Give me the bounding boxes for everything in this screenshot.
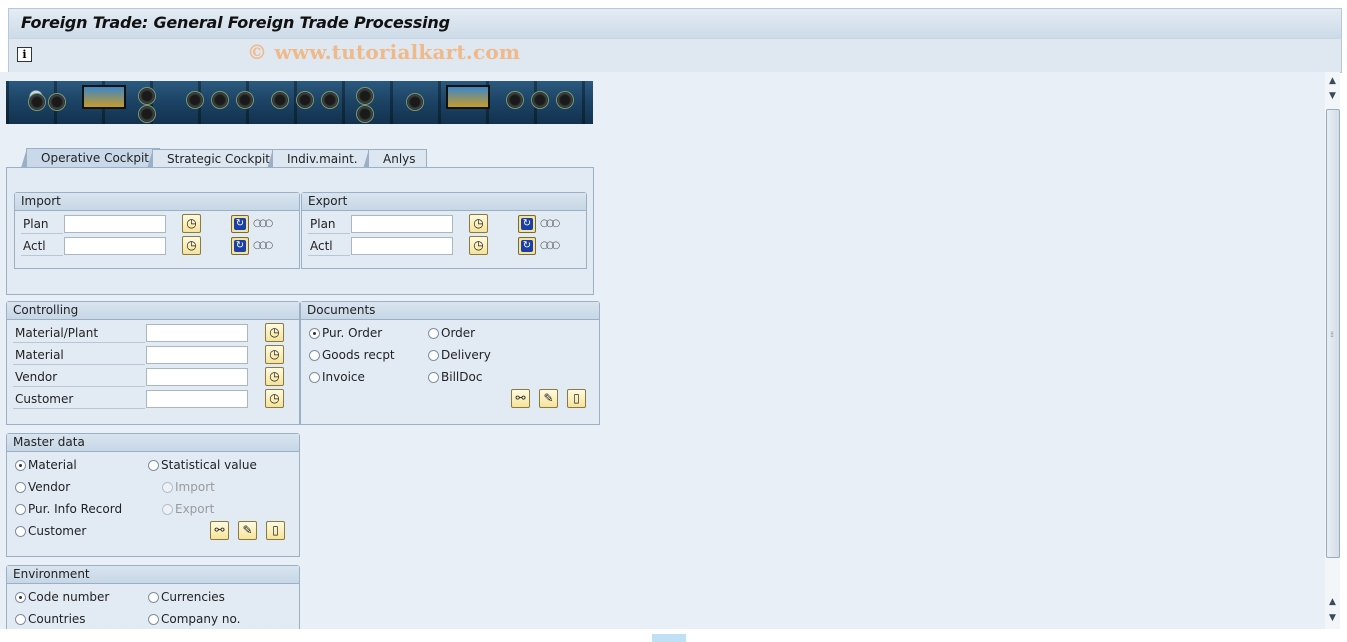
- documents-radio-pur-order[interactable]: Pur. Order: [309, 326, 382, 340]
- controlling-vendor-label: Vendor: [15, 370, 58, 384]
- controlling-customer-label: Customer: [15, 392, 74, 406]
- controlling-vendor-input[interactable]: [146, 368, 248, 386]
- environment-group-title: Environment: [7, 566, 299, 584]
- master-data-display-icon[interactable]: ⚯: [210, 521, 229, 540]
- documents-radio-goods-recpt[interactable]: Goods recpt: [309, 348, 395, 362]
- master-data-radio-pur-info-record[interactable]: Pur. Info Record: [15, 502, 122, 516]
- import-group-title: Import: [15, 193, 299, 211]
- documents-change-icon[interactable]: ✎: [539, 389, 558, 408]
- import-plan-label: Plan: [23, 217, 49, 231]
- export-plan-refresh-icon[interactable]: ↻: [518, 215, 536, 233]
- tab-panel: Import Plan ◷ ↻ ○○○ Actl ◷ ↻ ○○○ Export …: [6, 167, 594, 295]
- controlling-material-plant-execute-icon[interactable]: ◷: [265, 323, 284, 342]
- export-actl-status-lights-icon: ○○○: [540, 240, 560, 251]
- import-actl-execute-icon[interactable]: ◷: [182, 236, 201, 255]
- controlling-group-title: Controlling: [7, 302, 299, 320]
- master-data-radio-statistical-value[interactable]: Statistical value: [148, 458, 257, 472]
- controlling-material-input[interactable]: [146, 346, 248, 364]
- controlling-customer-input[interactable]: [146, 390, 248, 408]
- controlling-customer-execute-icon[interactable]: ◷: [265, 389, 284, 408]
- environment-radio-currencies[interactable]: Currencies: [148, 590, 225, 604]
- page-title: Foreign Trade: General Foreign Trade Pro…: [21, 13, 450, 32]
- export-actl-execute-icon[interactable]: ◷: [469, 236, 488, 255]
- export-plan-execute-icon[interactable]: ◷: [469, 214, 488, 233]
- scroll-down-icon[interactable]: ▼: [1325, 89, 1340, 104]
- export-plan-label: Plan: [310, 217, 336, 231]
- environment-radio-countries[interactable]: Countries: [15, 612, 86, 626]
- import-plan-refresh-icon[interactable]: ↻: [231, 215, 249, 233]
- controlling-material-plant-input[interactable]: [146, 324, 248, 342]
- environment-group: Environment Code number Currencies Count…: [6, 565, 300, 637]
- documents-radio-delivery[interactable]: Delivery: [428, 348, 491, 362]
- controlling-material-label: Material: [15, 348, 64, 362]
- master-data-radio-vendor[interactable]: Vendor: [15, 480, 70, 494]
- tab-anlys[interactable]: Anlys: [363, 149, 427, 169]
- scrollbar-thumb[interactable]: ⁞⁞: [1326, 109, 1340, 558]
- application-toolbar: i © www.tutorialkart.com: [8, 38, 1342, 73]
- grip-icon: ⁞⁞: [1330, 330, 1334, 339]
- title-bar: Foreign Trade: General Foreign Trade Pro…: [8, 8, 1342, 38]
- master-data-radio-export: Export: [162, 502, 214, 516]
- import-plan-execute-icon[interactable]: ◷: [182, 214, 201, 233]
- tab-strategic-cockpit[interactable]: Strategic Cockpit: [147, 149, 281, 169]
- export-plan-input[interactable]: [351, 215, 453, 233]
- controlling-material-plant-label: Material/Plant: [15, 326, 99, 340]
- watermark: © www.tutorialkart.com: [247, 40, 521, 64]
- documents-radio-order[interactable]: Order: [428, 326, 475, 340]
- master-data-group-title: Master data: [7, 434, 299, 452]
- controlling-vendor-execute-icon[interactable]: ◷: [265, 367, 284, 386]
- export-actl-input[interactable]: [351, 237, 453, 255]
- export-actl-label: Actl: [310, 239, 333, 253]
- documents-create-icon[interactable]: ▯: [567, 389, 586, 408]
- environment-radio-company-no[interactable]: Company no.: [148, 612, 240, 626]
- info-icon[interactable]: i: [17, 47, 32, 62]
- documents-radio-billdoc[interactable]: BillDoc: [428, 370, 482, 384]
- scroll-up-icon[interactable]: ▲: [1325, 74, 1340, 89]
- controlling-group: Controlling Material/Plant ◷ Material ◷ …: [6, 301, 300, 425]
- tab-indiv-maint[interactable]: Indiv.maint.: [267, 149, 369, 169]
- master-data-create-icon[interactable]: ▯: [266, 521, 285, 540]
- master-data-radio-material[interactable]: Material: [15, 458, 77, 472]
- documents-display-icon[interactable]: ⚯: [511, 389, 530, 408]
- export-group: Export Plan ◷ ↻ ○○○ Actl ◷ ↻ ○○○: [301, 192, 587, 269]
- import-actl-status-lights-icon: ○○○: [253, 240, 273, 251]
- import-plan-input[interactable]: [64, 215, 166, 233]
- export-plan-status-lights-icon: ○○○: [540, 218, 560, 229]
- documents-group: Documents Pur. Order Order Goods recpt D…: [300, 301, 600, 425]
- import-group: Import Plan ◷ ↻ ○○○ Actl ◷ ↻ ○○○: [14, 192, 300, 269]
- export-group-title: Export: [302, 193, 586, 211]
- content-area: Operative Cockpit Strategic Cockpit Indi…: [0, 72, 1325, 637]
- scroll-page-down-icon[interactable]: ▼: [1325, 611, 1340, 626]
- environment-radio-code-number[interactable]: Code number: [15, 590, 109, 604]
- scroll-page-up-icon[interactable]: ▲: [1325, 595, 1340, 610]
- documents-group-title: Documents: [301, 302, 599, 320]
- master-data-radio-customer[interactable]: Customer: [15, 524, 86, 538]
- import-actl-input[interactable]: [64, 237, 166, 255]
- import-actl-label: Actl: [23, 239, 46, 253]
- master-data-change-icon[interactable]: ✎: [238, 521, 257, 540]
- tab-operative-cockpit[interactable]: Operative Cockpit: [21, 148, 160, 169]
- import-actl-refresh-icon[interactable]: ↻: [231, 237, 249, 255]
- cockpit-banner-image: [6, 81, 593, 124]
- master-data-group: Master data Material Statistical value V…: [6, 433, 300, 557]
- documents-radio-invoice[interactable]: Invoice: [309, 370, 365, 384]
- master-data-radio-import: Import: [162, 480, 215, 494]
- export-actl-refresh-icon[interactable]: ↻: [518, 237, 536, 255]
- import-plan-status-lights-icon: ○○○: [253, 218, 273, 229]
- controlling-material-execute-icon[interactable]: ◷: [265, 345, 284, 364]
- vertical-scrollbar[interactable]: ▲ ▼ ⁞⁞ ▲ ▼: [1325, 72, 1340, 629]
